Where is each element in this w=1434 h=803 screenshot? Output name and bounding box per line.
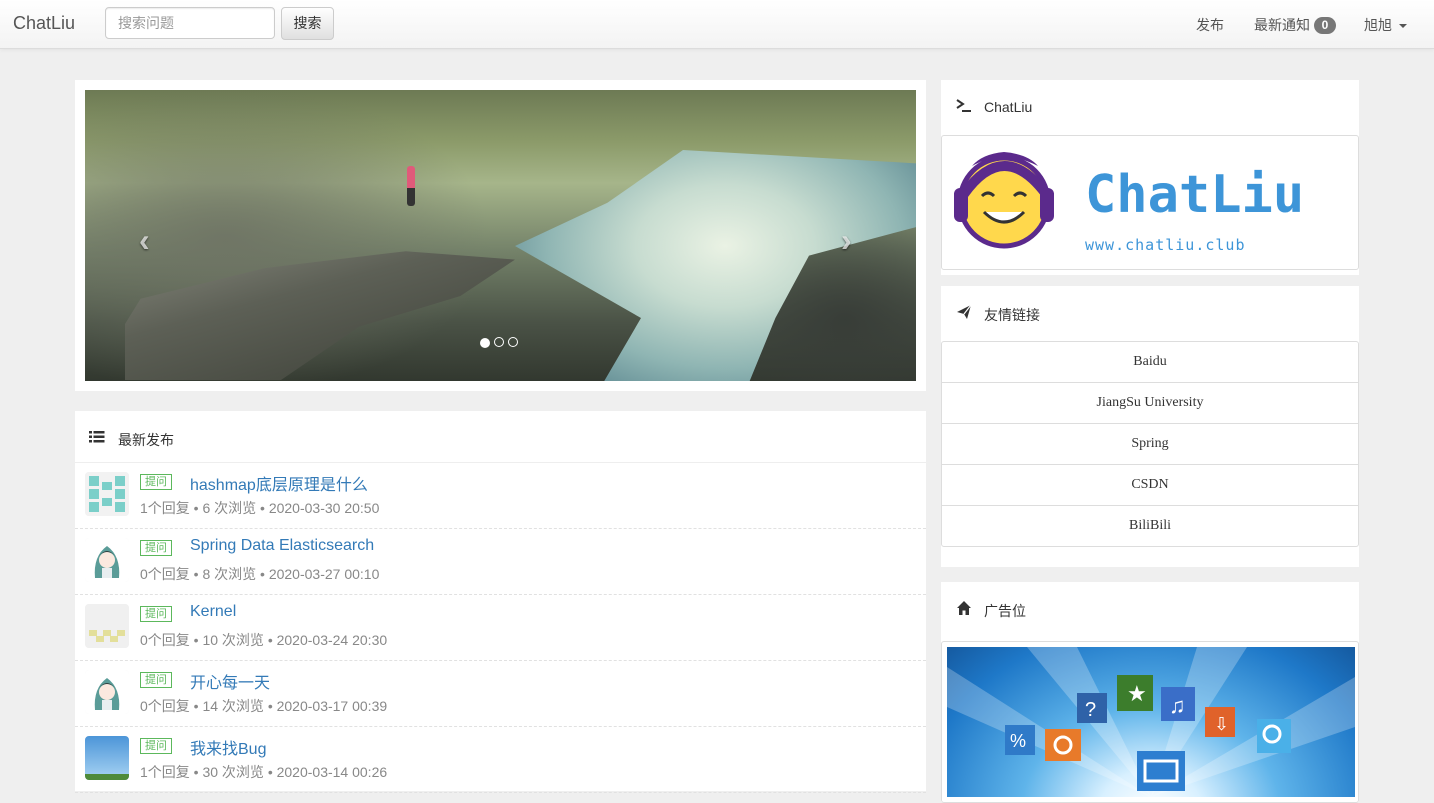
friend-links-list: Baidu JiangSu University Spring CSDN Bil… — [941, 341, 1359, 547]
notifications-label: 最新通知 — [1254, 17, 1310, 33]
chatliu-logo-image: ChatLiu www.chatliu.club — [954, 152, 1304, 254]
chatliu-heading-title: ChatLiu — [984, 99, 1033, 115]
logo-wordmark: ChatLiu — [1085, 165, 1304, 225]
notification-count-badge: 0 — [1314, 17, 1336, 34]
carousel-next-icon[interactable]: › — [841, 222, 852, 259]
caret-down-icon — [1399, 24, 1407, 28]
chatliu-panel: ChatLiu ChatLiu www.chatliu.club — [941, 80, 1359, 275]
latest-posts-title: 最新发布 — [118, 432, 174, 448]
post-item: 提问 Spring Data Elasticsearch 0个回复 • 8 次浏… — [75, 528, 926, 595]
identicon-avatar-icon — [85, 472, 129, 516]
user-dropdown[interactable]: 旭旭 — [1364, 15, 1407, 35]
logo-url: www.chatliu.club — [1085, 236, 1246, 254]
ad-banner-image: ★ ♫ ? ⇩ % — [947, 647, 1355, 797]
carousel-indicators — [478, 334, 520, 352]
friend-link-baidu[interactable]: Baidu — [942, 342, 1358, 383]
ad-title: 广告位 — [984, 603, 1026, 619]
music-icon: ♫ — [1169, 693, 1186, 718]
post-item: 提问 开心每一天 0个回复 • 14 次浏览 • 2020-03-17 00:3… — [75, 660, 926, 727]
friend-link-bilibili[interactable]: BiliBili — [942, 506, 1358, 546]
carousel-indicator-2[interactable] — [494, 337, 504, 347]
navbar: ChatLiu 搜索 发布 最新通知0 旭旭 — [0, 0, 1434, 49]
carousel-indicator-1[interactable] — [480, 338, 490, 348]
post-title-link[interactable]: 我来找Bug — [190, 735, 266, 759]
avatar[interactable] — [85, 670, 129, 714]
anime-girl-avatar-icon — [85, 670, 129, 714]
friend-link-csdn[interactable]: CSDN — [942, 465, 1358, 506]
avatar[interactable] — [85, 604, 129, 648]
ad-panel: 广告位 ★ ♫ ? ⇩ % — [941, 582, 1359, 803]
identicon-avatar-icon — [85, 604, 129, 648]
publish-link[interactable]: 发布 — [1196, 15, 1224, 35]
question-tag: 提问 — [140, 474, 172, 490]
post-title-link[interactable]: 开心每一天 — [190, 669, 270, 693]
avatar[interactable] — [85, 538, 129, 582]
app-icons-illustration: ★ ♫ ? ⇩ % — [947, 647, 1355, 797]
carousel-prev-icon[interactable]: ‹ — [139, 222, 150, 259]
post-title-link[interactable]: Spring Data Elasticsearch — [190, 537, 374, 555]
avatar[interactable] — [85, 472, 129, 516]
brand-link[interactable]: ChatLiu — [13, 13, 75, 34]
avatar[interactable] — [85, 736, 129, 780]
list-icon — [89, 431, 105, 443]
friend-link-jiangsu-university[interactable]: JiangSu University — [942, 383, 1358, 424]
question-tag: 提问 — [140, 606, 172, 622]
question-tag: 提问 — [140, 540, 172, 556]
anime-girl-avatar-icon — [85, 538, 129, 582]
carousel: ‹ › — [85, 90, 916, 381]
ad-banner[interactable]: ★ ♫ ? ⇩ % — [941, 641, 1359, 803]
friend-link-spring[interactable]: Spring — [942, 424, 1358, 465]
question-icon: ? — [1085, 699, 1096, 721]
question-tag: 提问 — [140, 672, 172, 688]
friend-links-title: 友情链接 — [984, 307, 1040, 323]
percent-icon: % — [1010, 731, 1026, 751]
terminal-icon — [956, 99, 971, 112]
post-title-link[interactable]: Kernel — [190, 603, 236, 621]
post-meta: 1个回复 • 30 次浏览 • 2020-03-14 00:26 — [140, 764, 388, 780]
latest-posts-panel: 最新发布 提问 hashmap底层原理是什么 1个回复 • 6 次浏览 • 20… — [75, 411, 926, 793]
chatliu-heading: ChatLiu — [941, 80, 1359, 131]
download-icon: ⇩ — [1214, 714, 1229, 734]
ad-heading: 广告位 — [941, 582, 1359, 633]
chatliu-logo[interactable]: ChatLiu www.chatliu.club — [941, 135, 1359, 270]
post-item: 提问 我来找Bug 1个回复 • 30 次浏览 • 2020-03-14 00:… — [75, 726, 926, 793]
post-meta: 1个回复 • 6 次浏览 • 2020-03-30 20:50 — [140, 500, 380, 516]
post-item: 提问 Kernel 0个回复 • 10 次浏览 • 2020-03-24 20:… — [75, 594, 926, 661]
carousel-image-person — [407, 166, 415, 206]
friend-links-heading: 友情链接 — [941, 286, 1359, 337]
latest-posts-heading: 最新发布 — [75, 411, 926, 463]
post-title-link[interactable]: hashmap底层原理是什么 — [190, 471, 368, 495]
friend-links-panel: 友情链接 Baidu JiangSu University Spring CSD… — [941, 286, 1359, 567]
sky-photo-avatar-icon — [85, 736, 129, 780]
send-icon — [957, 304, 972, 319]
post-meta: 0个回复 • 10 次浏览 • 2020-03-24 20:30 — [140, 632, 388, 648]
home-icon — [957, 601, 971, 615]
search-input[interactable] — [105, 7, 275, 39]
search-button[interactable]: 搜索 — [281, 7, 334, 40]
user-name: 旭旭 — [1364, 17, 1392, 33]
star-icon: ★ — [1127, 681, 1147, 706]
notifications-link[interactable]: 最新通知 0 — [1254, 15, 1336, 35]
post-meta: 0个回复 • 8 次浏览 • 2020-03-27 00:10 — [140, 566, 380, 582]
carousel-indicator-3[interactable] — [508, 337, 518, 347]
post-meta: 0个回复 • 14 次浏览 • 2020-03-17 00:39 — [140, 698, 388, 714]
post-item: 提问 hashmap底层原理是什么 1个回复 • 6 次浏览 • 2020-03… — [75, 462, 926, 529]
carousel-panel: ‹ › — [75, 80, 926, 391]
question-tag: 提问 — [140, 738, 172, 754]
